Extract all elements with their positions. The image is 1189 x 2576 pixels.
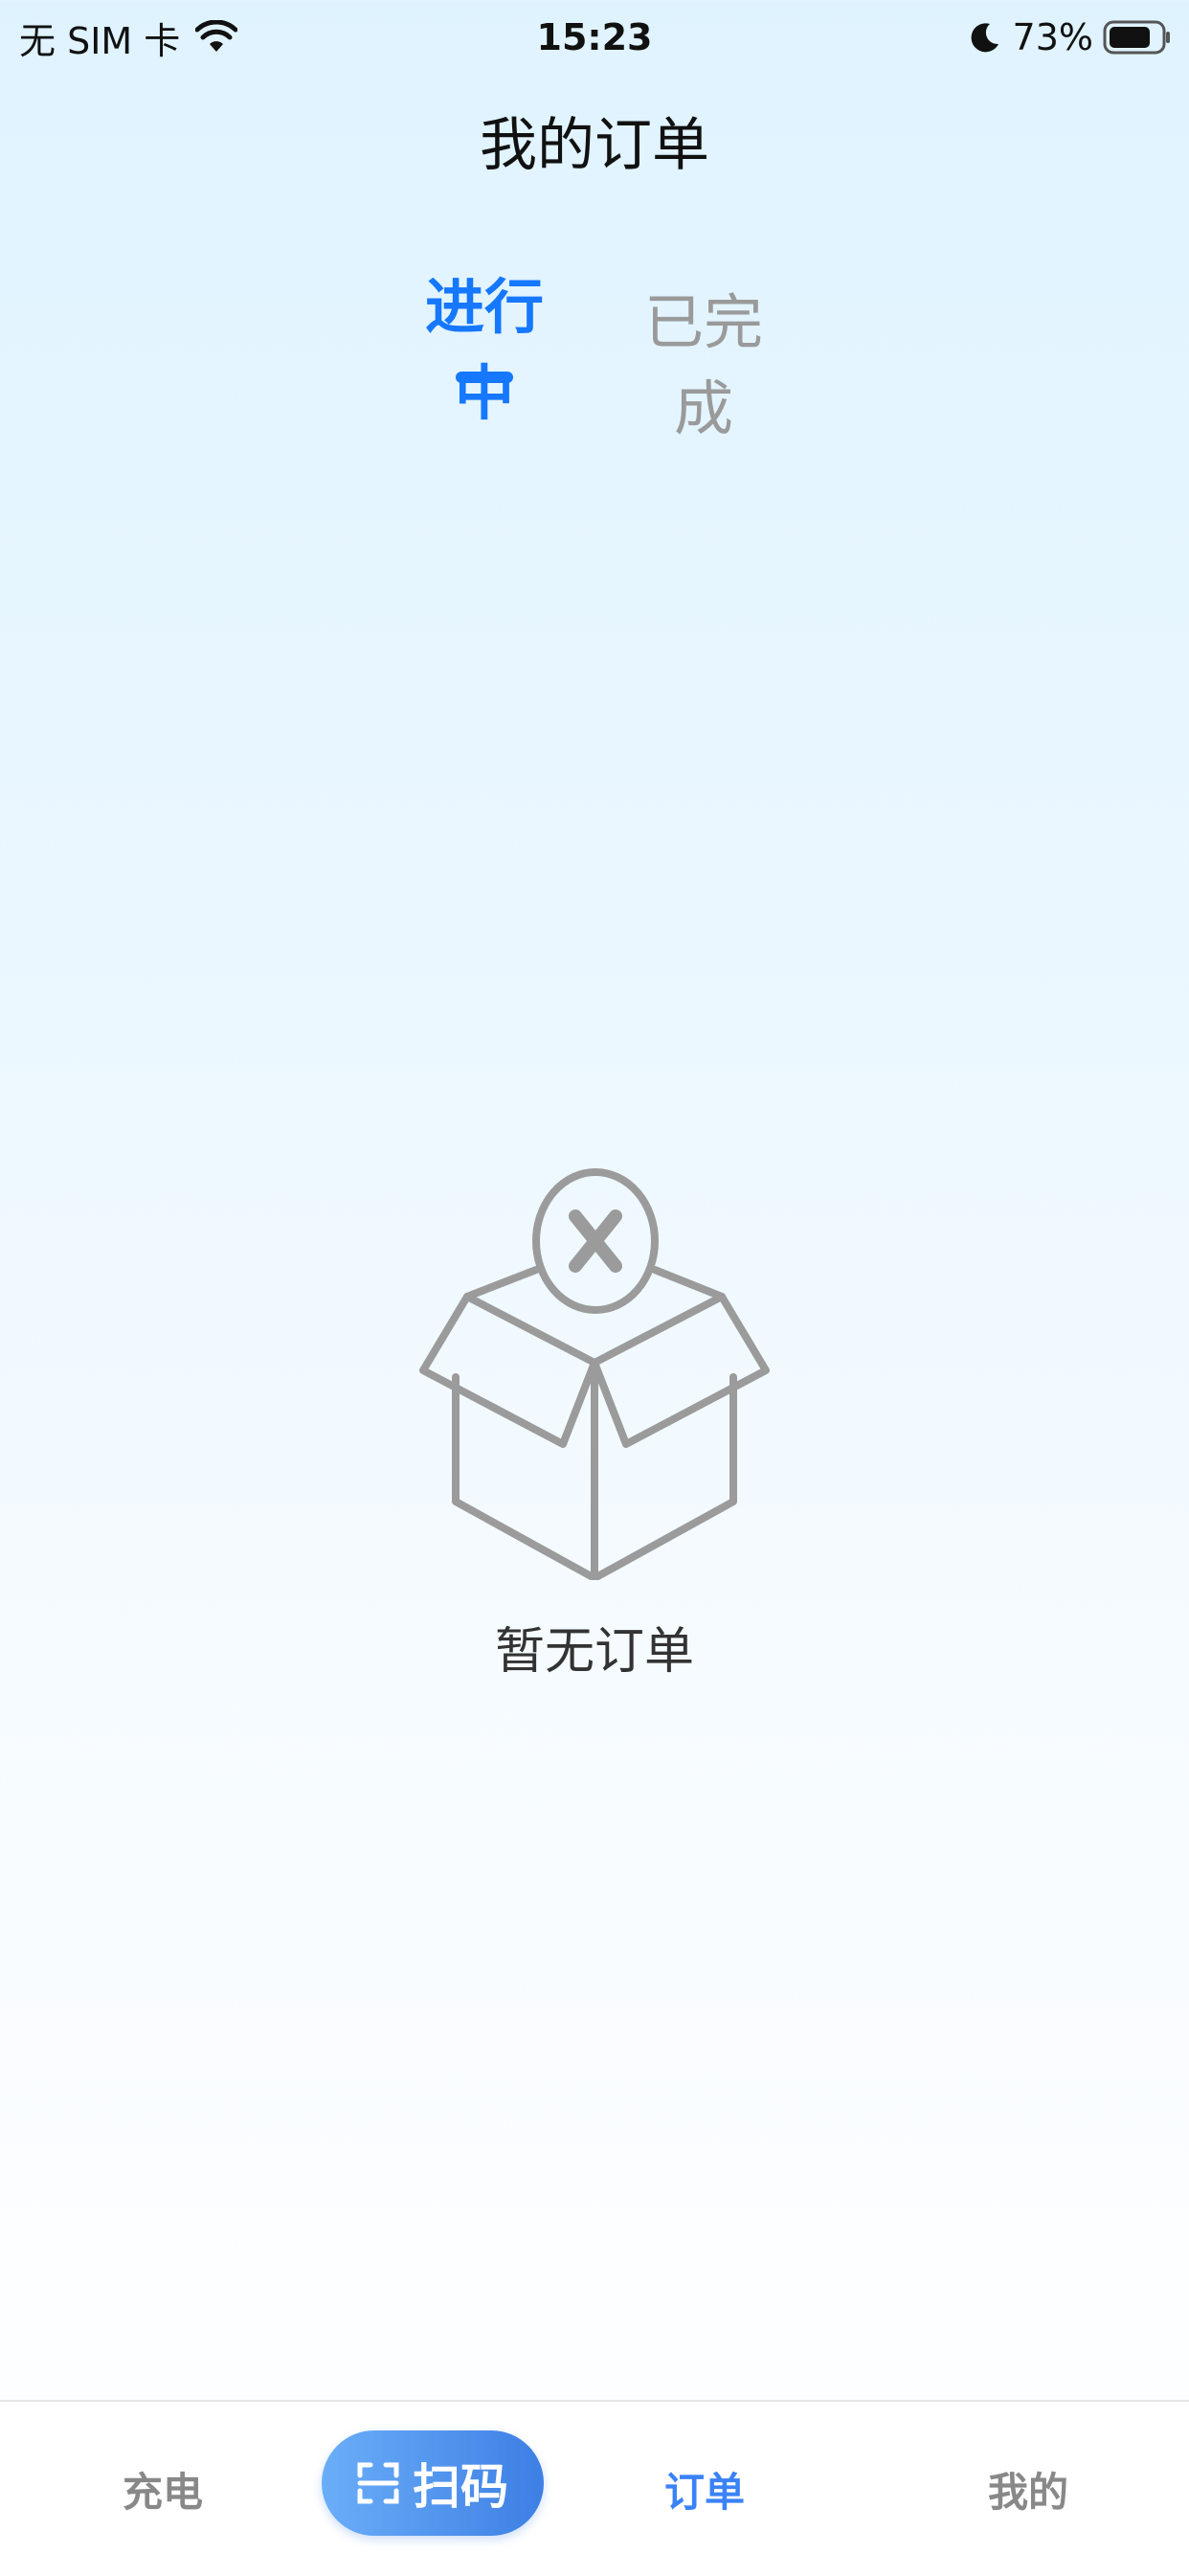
nav-item-orders[interactable]: 订单 <box>647 2459 762 2526</box>
status-bar: 无 SIM 卡 15:23 73% <box>0 0 1189 77</box>
empty-state-message: 暂无订单 <box>494 1623 694 1681</box>
tab-in-progress[interactable]: 进行中 <box>398 264 571 428</box>
battery-percent: 73% <box>1012 16 1093 58</box>
empty-box-icon <box>419 1168 770 1580</box>
scan-button[interactable]: 扫码 <box>322 2430 544 2536</box>
bottom-nav-bar: 充电 扫码 订单 我的 <box>0 2400 1189 2576</box>
tab-completed[interactable]: 已完成 <box>622 280 785 443</box>
page-title: 我的订单 <box>480 112 709 179</box>
status-right: 73% <box>969 13 1172 61</box>
battery-icon <box>1103 20 1170 55</box>
nav-item-mine[interactable]: 我的 <box>971 2459 1086 2526</box>
moon-icon <box>971 23 998 53</box>
scan-button-label: 扫码 <box>413 2459 508 2515</box>
scan-icon <box>357 2462 399 2504</box>
nav-item-charge[interactable]: 充电 <box>105 2459 220 2526</box>
active-tab-indicator <box>456 372 513 383</box>
